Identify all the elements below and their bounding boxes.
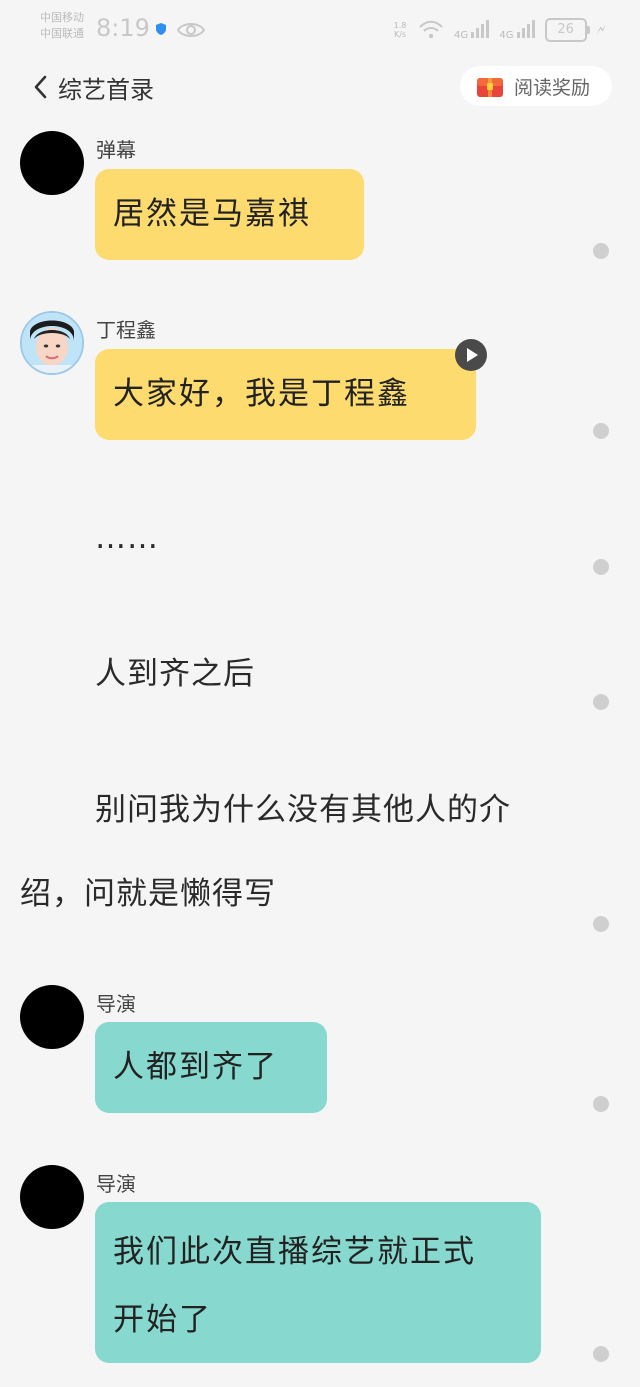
narration-text-line: 别问我为什么没有其他人的介 — [95, 792, 511, 828]
sender-name: 导演 — [96, 1172, 136, 1196]
status-bar: 中国移动 中国联通 8:19 1.8 K/s 4G 4G 26 🗲 — [0, 0, 640, 58]
chat-bubble: 居然是马嘉祺 — [95, 169, 364, 260]
comment-dot-icon[interactable] — [593, 243, 609, 259]
carrier-labels: 中国移动 中国联通 — [40, 10, 84, 42]
gift-box-icon — [477, 78, 503, 97]
comment-dot-icon[interactable] — [593, 559, 609, 575]
comment-dot-icon[interactable] — [593, 694, 609, 710]
chat-bubble: 我们此次直播综艺就正式 开始了 — [95, 1202, 541, 1363]
comment-dot-icon[interactable] — [593, 423, 609, 439]
wifi-icon — [419, 20, 443, 39]
sender-name: 弹幕 — [96, 138, 136, 162]
narration-text: 人到齐之后 — [95, 656, 255, 692]
chat-bubble-line: 开始了 — [113, 1302, 212, 1338]
comment-dot-icon[interactable] — [593, 1346, 609, 1362]
back-label: 综艺首录 — [58, 75, 154, 104]
sender-name: 导演 — [96, 992, 136, 1016]
status-icons: 1.8 K/s 4G 4G 26 🗲 — [392, 16, 606, 44]
signal-bars-icon — [516, 19, 535, 38]
carrier-2: 中国联通 — [40, 27, 84, 40]
avatar[interactable] — [20, 985, 84, 1049]
reading-reward-button[interactable]: 阅读奖励 — [460, 66, 612, 106]
reading-reward-label: 阅读奖励 — [514, 76, 591, 99]
comment-dot-icon[interactable] — [593, 916, 609, 932]
signal-1: 4G — [454, 19, 490, 41]
signal-2: 4G — [499, 19, 535, 41]
chat-bubble: 人都到齐了 — [95, 1022, 327, 1113]
chat-bubble-line: 我们此次直播综艺就正式 — [113, 1234, 476, 1270]
charging-icon: 🗲 — [596, 22, 606, 38]
status-time: 8:19 — [96, 14, 150, 42]
avatar[interactable] — [20, 311, 84, 375]
comment-dot-icon[interactable] — [593, 1096, 609, 1112]
avatar-photo — [22, 313, 82, 373]
chevron-left-icon — [34, 75, 47, 99]
carrier-1: 中国移动 — [40, 11, 84, 24]
shield-icon — [156, 23, 166, 35]
back-button[interactable]: 综艺首录 — [30, 68, 154, 106]
avatar[interactable] — [20, 131, 84, 195]
narration-text: …… — [95, 520, 159, 556]
signal-bars-icon — [471, 19, 490, 38]
avatar[interactable] — [20, 1165, 84, 1229]
chat-bubble: 大家好，我是丁程鑫 — [95, 349, 476, 440]
narration-text-line: 绍，问就是懒得写 — [20, 876, 276, 912]
play-icon[interactable] — [455, 339, 487, 371]
sender-name: 丁程鑫 — [96, 318, 156, 342]
net-speed: 1.8 K/s — [393, 21, 407, 39]
battery-indicator: 26 — [544, 18, 590, 42]
eye-icon — [176, 23, 206, 37]
